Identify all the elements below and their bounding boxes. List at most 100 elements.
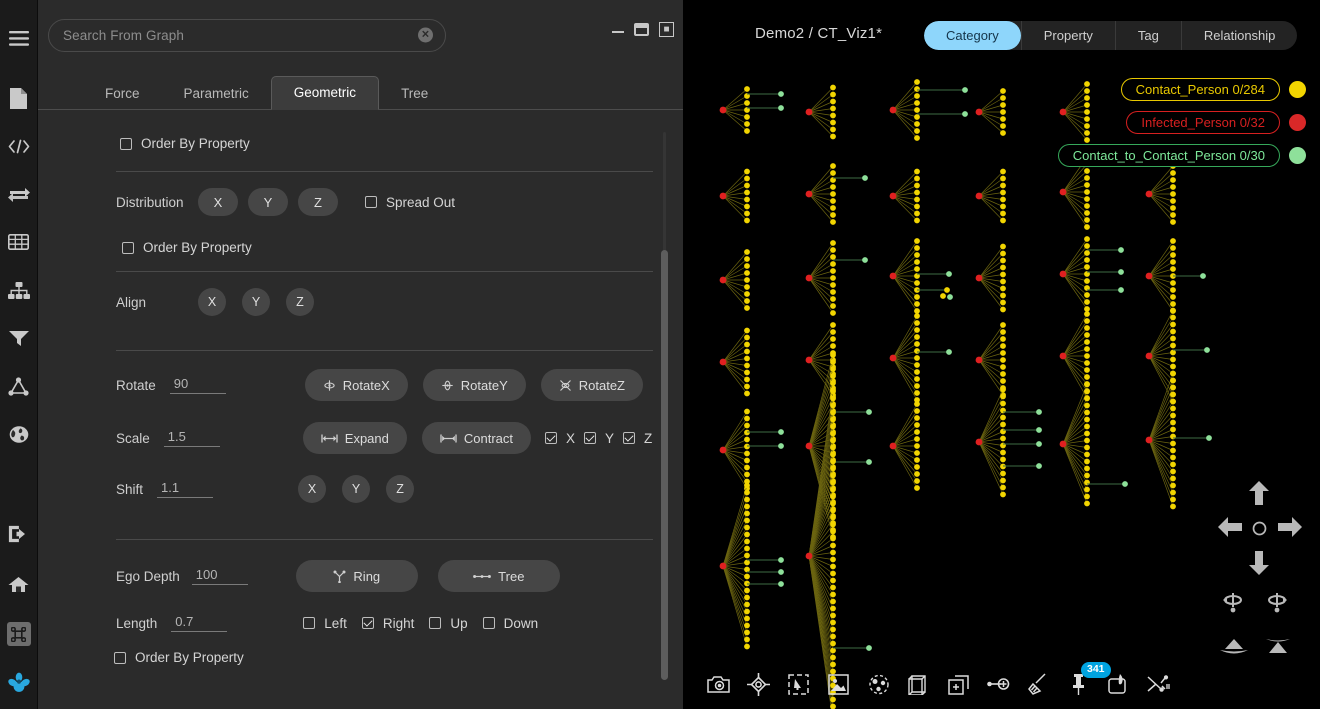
contact-node[interactable] (1170, 406, 1176, 412)
contact-node[interactable] (744, 335, 750, 341)
contact-node[interactable] (1084, 175, 1090, 181)
contact-to-contact-node[interactable] (1036, 463, 1042, 469)
contact-to-contact-node[interactable] (940, 293, 946, 299)
contact-node[interactable] (1000, 322, 1006, 328)
contact-node[interactable] (1170, 191, 1176, 197)
shift-x-button[interactable]: X (298, 475, 326, 503)
contact-to-contact-node[interactable] (1204, 347, 1210, 353)
contact-node[interactable] (744, 356, 750, 362)
cube-icon[interactable] (907, 673, 930, 696)
select-box-icon[interactable] (787, 673, 810, 696)
contact-node[interactable] (830, 550, 836, 556)
contact-to-contact-node[interactable] (778, 581, 784, 587)
expand-button[interactable]: Expand (303, 422, 407, 454)
contact-node[interactable] (1170, 198, 1176, 204)
contact-node[interactable] (914, 341, 920, 347)
contact-node[interactable] (744, 546, 750, 552)
contact-node[interactable] (914, 114, 920, 120)
infected-node[interactable] (890, 273, 897, 280)
contact-node[interactable] (830, 92, 836, 98)
contact-node[interactable] (1084, 196, 1090, 202)
contact-node[interactable] (830, 585, 836, 591)
contact-node[interactable] (744, 574, 750, 580)
contact-node[interactable] (1084, 445, 1090, 451)
contact-node[interactable] (744, 114, 750, 120)
ring-button[interactable]: Ring (296, 560, 418, 592)
contact-node[interactable] (1170, 287, 1176, 293)
cluster[interactable] (1146, 308, 1210, 405)
nodes-icon[interactable] (867, 673, 890, 696)
length-value-input[interactable]: 0.7 (171, 614, 227, 632)
contact-node[interactable] (830, 261, 836, 267)
contact-node[interactable] (1000, 485, 1006, 491)
contact-node[interactable] (1170, 350, 1176, 356)
search-input[interactable]: Search From Graph ✕ (48, 19, 446, 52)
contact-node[interactable] (830, 240, 836, 246)
scale-y-checkbox[interactable]: Y (584, 431, 614, 446)
contact-node[interactable] (1084, 311, 1090, 317)
contact-to-contact-node[interactable] (1118, 269, 1124, 275)
contact-node[interactable] (1170, 184, 1176, 190)
contact-node[interactable] (1084, 278, 1090, 284)
contact-node[interactable] (830, 310, 836, 316)
contact-node[interactable] (914, 121, 920, 127)
arrow-down-icon[interactable] (1248, 551, 1270, 580)
contact-node[interactable] (830, 620, 836, 626)
contact-node[interactable] (914, 327, 920, 333)
contact-node[interactable] (1170, 504, 1176, 510)
infected-node[interactable] (976, 193, 983, 200)
contact-node[interactable] (1000, 109, 1006, 115)
contact-node[interactable] (1170, 308, 1176, 314)
contact-node[interactable] (1084, 264, 1090, 270)
contact-node[interactable] (1170, 219, 1176, 225)
contact-node[interactable] (744, 384, 750, 390)
contact-node[interactable] (830, 303, 836, 309)
contact-node[interactable] (1084, 410, 1090, 416)
contact-node[interactable] (830, 359, 836, 365)
contact-node[interactable] (830, 634, 836, 640)
contact-node[interactable] (830, 268, 836, 274)
exchange-icon[interactable] (0, 173, 38, 215)
cluster[interactable] (720, 409, 784, 492)
contact-node[interactable] (1000, 123, 1006, 129)
infected-node[interactable] (1060, 441, 1067, 448)
contact-node[interactable] (744, 553, 750, 559)
infected-node[interactable] (720, 563, 727, 570)
contact-node[interactable] (830, 417, 836, 423)
contact-to-contact-node[interactable] (778, 569, 784, 575)
contact-node[interactable] (830, 343, 836, 349)
legend-label-infected-person[interactable]: Infected_Person 0/32 (1126, 111, 1280, 134)
contact-node[interactable] (1000, 293, 1006, 299)
contact-node[interactable] (1000, 218, 1006, 224)
contact-node[interactable] (1000, 204, 1006, 210)
contact-node[interactable] (1000, 478, 1006, 484)
contact-node[interactable] (914, 266, 920, 272)
contact-to-contact-node[interactable] (1122, 481, 1128, 487)
contact-node[interactable] (914, 190, 920, 196)
contact-node[interactable] (1170, 476, 1176, 482)
contact-node[interactable] (744, 305, 750, 311)
contact-node[interactable] (914, 408, 920, 414)
contact-node[interactable] (1000, 436, 1006, 442)
contact-node[interactable] (1084, 487, 1090, 493)
contact-node[interactable] (914, 301, 920, 307)
camera-icon[interactable] (707, 673, 730, 696)
code-icon[interactable] (0, 125, 38, 167)
contact-node[interactable] (1000, 350, 1006, 356)
broom-icon[interactable] (1027, 673, 1050, 696)
cluster[interactable] (806, 240, 868, 316)
contact-node[interactable] (914, 478, 920, 484)
contact-node[interactable] (830, 536, 836, 542)
contact-node[interactable] (1000, 244, 1006, 250)
contact-node[interactable] (914, 383, 920, 389)
contact-node[interactable] (1000, 364, 1006, 370)
contact-node[interactable] (744, 169, 750, 175)
contact-node[interactable] (830, 85, 836, 91)
contact-node[interactable] (744, 616, 750, 622)
contact-node[interactable] (1000, 329, 1006, 335)
contact-node[interactable] (744, 416, 750, 422)
ego-depth-value-input[interactable]: 100 (192, 567, 248, 585)
contact-node[interactable] (914, 390, 920, 396)
contact-node[interactable] (744, 377, 750, 383)
contact-node[interactable] (914, 197, 920, 203)
